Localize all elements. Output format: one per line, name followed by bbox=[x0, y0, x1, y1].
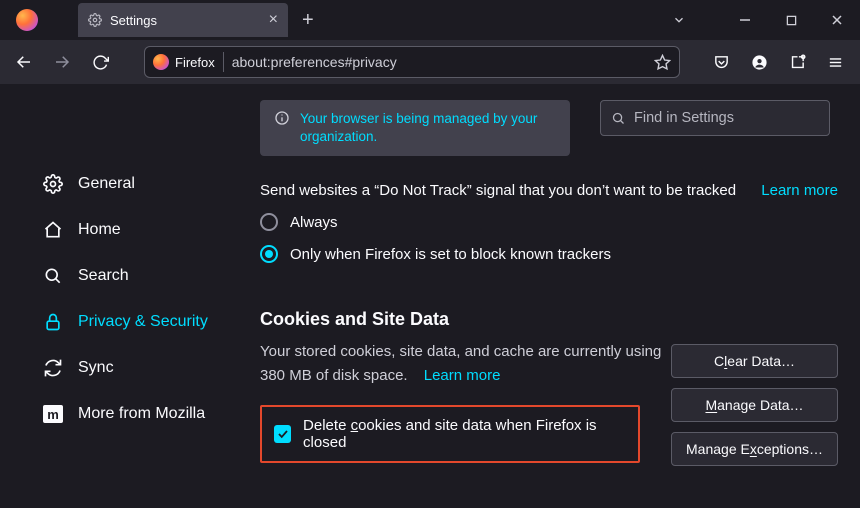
list-all-tabs-icon[interactable] bbox=[672, 13, 722, 27]
banner-message: Your browser is being managed by your or… bbox=[300, 110, 556, 146]
dnt-radio-known-trackers[interactable]: Only when Firefox is set to block known … bbox=[260, 245, 838, 263]
checkbox-label: Delete cookies and site data when Firefo… bbox=[303, 417, 626, 451]
home-icon bbox=[42, 219, 64, 241]
close-tab-icon[interactable]: × bbox=[269, 12, 278, 28]
firefox-app-icon bbox=[10, 9, 44, 31]
browser-tab[interactable]: Settings × bbox=[78, 3, 288, 37]
settings-sidebar: General Home Search Privacy & Security S… bbox=[0, 84, 260, 508]
extensions-icon[interactable] bbox=[780, 46, 814, 78]
radio-label: Always bbox=[290, 214, 338, 231]
sidebar-item-privacy[interactable]: Privacy & Security bbox=[38, 302, 252, 342]
forward-button[interactable] bbox=[46, 46, 78, 78]
bookmark-star-icon[interactable] bbox=[654, 54, 671, 71]
url-text: about:preferences#privacy bbox=[232, 54, 646, 70]
sidebar-item-label: More from Mozilla bbox=[78, 405, 205, 423]
sidebar-item-label: Sync bbox=[78, 359, 114, 377]
sidebar-item-sync[interactable]: Sync bbox=[38, 348, 252, 388]
title-bar: Settings × + bbox=[0, 0, 860, 40]
pocket-icon[interactable] bbox=[704, 46, 738, 78]
tab-title: Settings bbox=[110, 13, 261, 28]
lock-icon bbox=[42, 311, 64, 333]
sidebar-item-label: General bbox=[78, 175, 135, 193]
radio-icon bbox=[260, 213, 278, 231]
search-icon bbox=[611, 111, 626, 126]
identity-label: Firefox bbox=[175, 55, 215, 70]
manage-data-button[interactable]: Manage Data… bbox=[671, 388, 838, 422]
cookies-heading: Cookies and Site Data bbox=[260, 309, 838, 330]
radio-label: Only when Firefox is set to block known … bbox=[290, 246, 611, 263]
mozilla-icon: m bbox=[42, 403, 64, 425]
sidebar-item-home[interactable]: Home bbox=[38, 210, 252, 250]
sidebar-item-label: Home bbox=[78, 221, 121, 239]
url-bar[interactable]: Firefox about:preferences#privacy bbox=[144, 46, 680, 78]
gear-icon bbox=[88, 13, 102, 27]
nav-toolbar: Firefox about:preferences#privacy bbox=[0, 40, 860, 84]
checkbox-checked-icon bbox=[274, 425, 291, 443]
window-maximize-button[interactable] bbox=[768, 0, 814, 40]
sidebar-item-more-mozilla[interactable]: m More from Mozilla bbox=[38, 394, 252, 434]
delete-cookies-on-close-checkbox[interactable]: Delete cookies and site data when Firefo… bbox=[274, 417, 626, 451]
highlighted-option: Delete cookies and site data when Firefo… bbox=[260, 405, 640, 463]
search-icon bbox=[42, 265, 64, 287]
firefox-logo-icon bbox=[153, 54, 169, 70]
window-minimize-button[interactable] bbox=[722, 0, 768, 40]
info-icon bbox=[274, 110, 290, 146]
gear-icon bbox=[42, 173, 64, 195]
sidebar-item-label: Search bbox=[78, 267, 129, 285]
cookies-description: Your stored cookies, site data, and cach… bbox=[260, 340, 680, 387]
sidebar-item-search[interactable]: Search bbox=[38, 256, 252, 296]
back-button[interactable] bbox=[8, 46, 40, 78]
sidebar-item-general[interactable]: General bbox=[38, 164, 252, 204]
cookies-learn-more-link[interactable]: Learn more bbox=[424, 367, 501, 384]
new-tab-button[interactable]: + bbox=[302, 9, 314, 32]
dnt-learn-more-link[interactable]: Learn more bbox=[761, 182, 838, 199]
reload-button[interactable] bbox=[84, 46, 116, 78]
identity-chip[interactable]: Firefox bbox=[153, 52, 224, 72]
radio-icon bbox=[260, 245, 278, 263]
find-in-settings[interactable] bbox=[600, 100, 830, 136]
clear-data-button[interactable]: Clear Data… bbox=[671, 344, 838, 378]
dnt-description: Send websites a “Do Not Track” signal th… bbox=[260, 182, 736, 199]
app-menu-icon[interactable] bbox=[818, 46, 852, 78]
settings-content: Your browser is being managed by your or… bbox=[260, 84, 860, 508]
dnt-radio-always[interactable]: Always bbox=[260, 213, 838, 231]
find-in-settings-input[interactable] bbox=[634, 110, 819, 126]
sidebar-item-label: Privacy & Security bbox=[78, 313, 208, 331]
managed-by-org-banner[interactable]: Your browser is being managed by your or… bbox=[260, 100, 570, 156]
sync-icon bbox=[42, 357, 64, 379]
account-icon[interactable] bbox=[742, 46, 776, 78]
window-close-button[interactable] bbox=[814, 0, 860, 40]
manage-exceptions-button[interactable]: Manage Exceptions… bbox=[671, 432, 838, 466]
